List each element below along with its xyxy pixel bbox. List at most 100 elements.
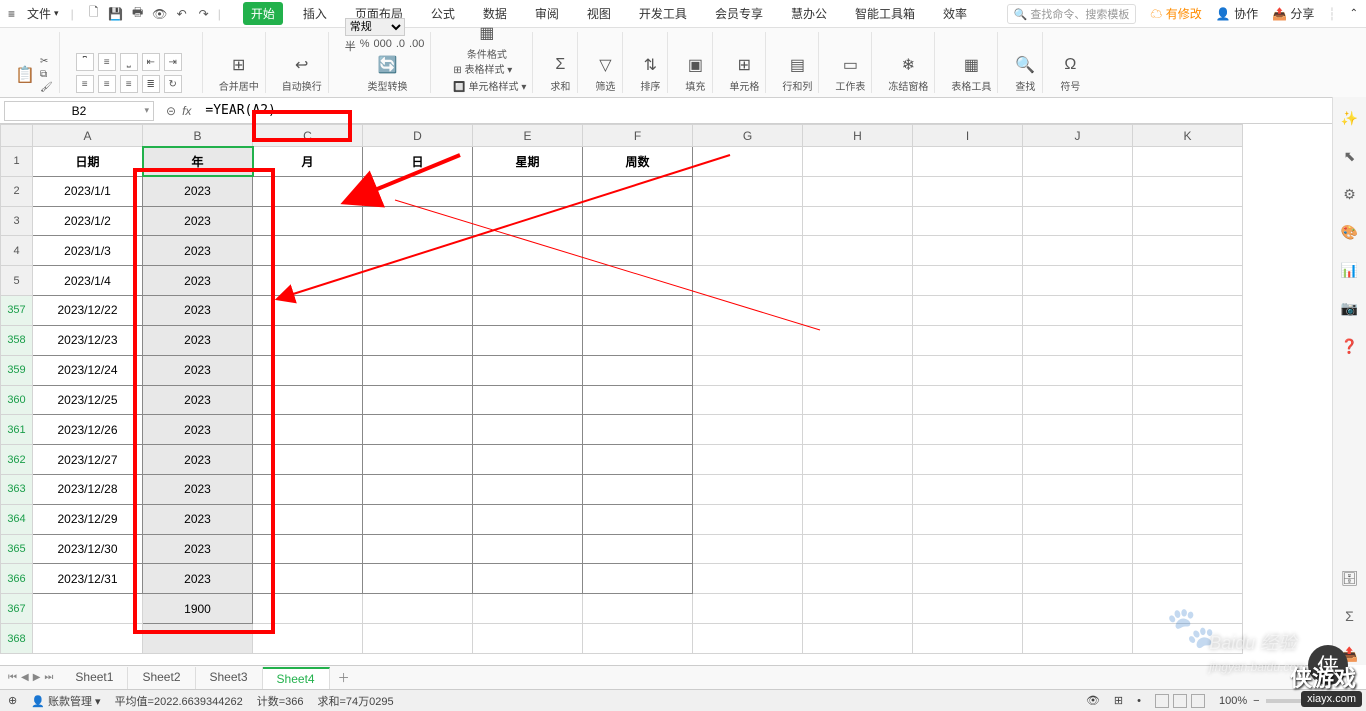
tab-慧办公[interactable]: 慧办公 xyxy=(783,2,835,25)
cell[interactable] xyxy=(1023,445,1133,475)
tab-视图[interactable]: 视图 xyxy=(579,2,619,25)
cell[interactable] xyxy=(583,296,693,326)
cell[interactable] xyxy=(803,206,913,236)
cell-B367[interactable]: 1900 xyxy=(143,594,253,624)
cell[interactable] xyxy=(803,296,913,326)
table-style-button[interactable]: ⊞ 表格样式 ▾ xyxy=(453,61,526,76)
cell[interactable] xyxy=(583,624,693,654)
cell-B4[interactable]: 2023 xyxy=(143,236,253,266)
cell[interactable] xyxy=(913,206,1023,236)
status-grid-icon[interactable]: ⊞ xyxy=(1114,694,1123,707)
sheet-nav-first-icon[interactable]: ⏮ xyxy=(8,672,17,683)
status-dot-icon[interactable]: • xyxy=(1137,695,1141,707)
cell[interactable] xyxy=(1133,296,1243,326)
cell-A2[interactable]: 2023/1/1 xyxy=(33,176,143,206)
cell-A363[interactable]: 2023/12/28 xyxy=(33,474,143,504)
cell[interactable] xyxy=(1023,147,1133,177)
col-header-F[interactable]: F xyxy=(583,125,693,147)
cell[interactable] xyxy=(363,534,473,564)
table-tool-button[interactable]: ▦表格工具 xyxy=(951,54,991,93)
cell[interactable] xyxy=(583,474,693,504)
currency-icon[interactable]: 半 xyxy=(345,38,356,54)
cell[interactable] xyxy=(913,445,1023,475)
menu-icon[interactable]: ≡ xyxy=(8,7,15,21)
cell[interactable] xyxy=(363,296,473,326)
cell[interactable] xyxy=(473,445,583,475)
cell[interactable] xyxy=(583,385,693,415)
row-header-368[interactable]: 368 xyxy=(1,624,33,654)
align-top-icon[interactable]: ⎴ xyxy=(76,53,94,71)
cell[interactable] xyxy=(803,624,913,654)
align-left-icon[interactable]: ≡ xyxy=(76,75,94,93)
cut-icon[interactable]: ✂ xyxy=(40,56,53,67)
cell[interactable] xyxy=(1023,474,1133,504)
cell[interactable] xyxy=(803,594,913,624)
cell-A359[interactable]: 2023/12/24 xyxy=(33,355,143,385)
sum-button[interactable]: Σ求和 xyxy=(549,54,571,93)
cell[interactable] xyxy=(473,504,583,534)
tab-插入[interactable]: 插入 xyxy=(295,2,335,25)
cell-B361[interactable]: 2023 xyxy=(143,415,253,445)
cell[interactable] xyxy=(693,385,803,415)
cell[interactable] xyxy=(693,534,803,564)
cell[interactable] xyxy=(693,206,803,236)
indent-inc-icon[interactable]: ⇥ xyxy=(164,53,182,71)
cell-A360[interactable]: 2023/12/25 xyxy=(33,385,143,415)
select-all-corner[interactable] xyxy=(1,125,33,147)
cell-A367[interactable] xyxy=(33,594,143,624)
cell[interactable] xyxy=(1023,534,1133,564)
align-center-icon[interactable]: ≡ xyxy=(98,75,116,93)
cell[interactable] xyxy=(913,474,1023,504)
filter-button[interactable]: ▽筛选 xyxy=(594,54,616,93)
col-header-B[interactable]: B xyxy=(143,125,253,147)
spreadsheet-grid[interactable]: ABCDEFGHIJK1日期年月日星期周数22023/1/1202332023/… xyxy=(0,124,1366,654)
cell[interactable] xyxy=(363,236,473,266)
status-account[interactable]: 👤 账款管理 ▾ xyxy=(31,693,100,709)
cell[interactable] xyxy=(1133,445,1243,475)
fill-button[interactable]: ▣填充 xyxy=(684,54,706,93)
cell-B357[interactable]: 2023 xyxy=(143,296,253,326)
cell-B1[interactable]: 年 xyxy=(143,147,253,177)
sheet-nav-last-icon[interactable]: ⏭ xyxy=(44,672,53,683)
sheet-tab-Sheet2[interactable]: Sheet2 xyxy=(128,667,195,689)
cell-A361[interactable]: 2023/12/26 xyxy=(33,415,143,445)
cell[interactable] xyxy=(473,206,583,236)
qat-preview-icon[interactable]: 👁 xyxy=(152,6,168,22)
cell-B363[interactable]: 2023 xyxy=(143,474,253,504)
cell-B364[interactable]: 2023 xyxy=(143,504,253,534)
cell[interactable] xyxy=(583,355,693,385)
cell[interactable] xyxy=(693,266,803,296)
dec-decimal-icon[interactable]: .00 xyxy=(409,38,424,54)
cell-B359[interactable]: 2023 xyxy=(143,355,253,385)
cell[interactable] xyxy=(583,594,693,624)
col-header-D[interactable]: D xyxy=(363,125,473,147)
sidebar-style-icon[interactable]: 🎨 xyxy=(1339,221,1361,243)
tab-效率[interactable]: 效率 xyxy=(935,2,975,25)
percent-icon[interactable]: % xyxy=(360,38,370,54)
pending-changes[interactable]: ☁ 有修改 xyxy=(1150,5,1201,22)
cell[interactable] xyxy=(253,236,363,266)
tab-审阅[interactable]: 审阅 xyxy=(527,2,567,25)
sheet-nav-prev-icon[interactable]: ◀ xyxy=(21,672,29,683)
cell[interactable] xyxy=(363,445,473,475)
qat-print-icon[interactable]: 🖶 xyxy=(130,6,146,22)
rowcol-button[interactable]: ▤行和列 xyxy=(782,54,812,93)
cell[interactable] xyxy=(1133,176,1243,206)
cell[interactable] xyxy=(913,624,1023,654)
sort-button[interactable]: ⇅排序 xyxy=(639,54,661,93)
cell[interactable] xyxy=(583,534,693,564)
cell-B2[interactable]: 2023 xyxy=(143,176,253,206)
sidebar-sigma-icon[interactable]: Σ xyxy=(1339,605,1361,627)
cell[interactable] xyxy=(913,594,1023,624)
col-header-H[interactable]: H xyxy=(803,125,913,147)
sidebar-ai-icon[interactable]: ✨ xyxy=(1339,107,1361,129)
cell[interactable] xyxy=(583,504,693,534)
cell[interactable] xyxy=(363,355,473,385)
orientation-icon[interactable]: ↻ xyxy=(164,75,182,93)
col-header-J[interactable]: J xyxy=(1023,125,1133,147)
collab-button[interactable]: 👤 协作 xyxy=(1216,5,1258,22)
cell[interactable] xyxy=(1023,296,1133,326)
sidebar-chart-icon[interactable]: 📊 xyxy=(1339,259,1361,281)
cell[interactable] xyxy=(803,564,913,594)
cell[interactable] xyxy=(473,474,583,504)
